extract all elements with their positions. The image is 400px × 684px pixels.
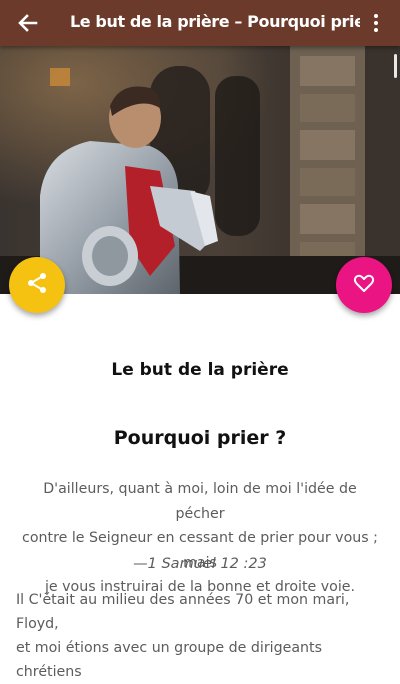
heart-outline-icon xyxy=(352,271,376,299)
page-title: Le but de la prière – Pourquoi prier ? xyxy=(70,12,360,31)
bible-verse: D'ailleurs, quant à moi, loin de moi l'i… xyxy=(20,477,380,600)
scroll-indicator[interactable] xyxy=(394,54,397,78)
share-icon xyxy=(25,271,49,299)
more-vert-icon[interactable] xyxy=(364,11,388,35)
article-subheading: Pourquoi prier ? xyxy=(113,427,287,449)
app-bar: Le but de la prière – Pourquoi prier ? xyxy=(0,0,400,46)
favorite-button[interactable] xyxy=(336,257,392,313)
body-line: Il C'était au milieu des années 70 et mo… xyxy=(16,592,350,632)
share-button[interactable] xyxy=(9,257,65,313)
article-body: Il C'était au milieu des années 70 et mo… xyxy=(16,588,388,684)
hero-image xyxy=(0,46,400,294)
article-heading: Le but de la prière xyxy=(111,360,289,380)
verse-line: D'ailleurs, quant à moi, loin de moi l'i… xyxy=(43,481,357,522)
body-line: et moi étions avec un groupe de dirigean… xyxy=(16,640,322,680)
verse-reference: —1 Samuel 12 :23 xyxy=(133,556,267,572)
arrow-back-icon[interactable] xyxy=(14,9,42,37)
